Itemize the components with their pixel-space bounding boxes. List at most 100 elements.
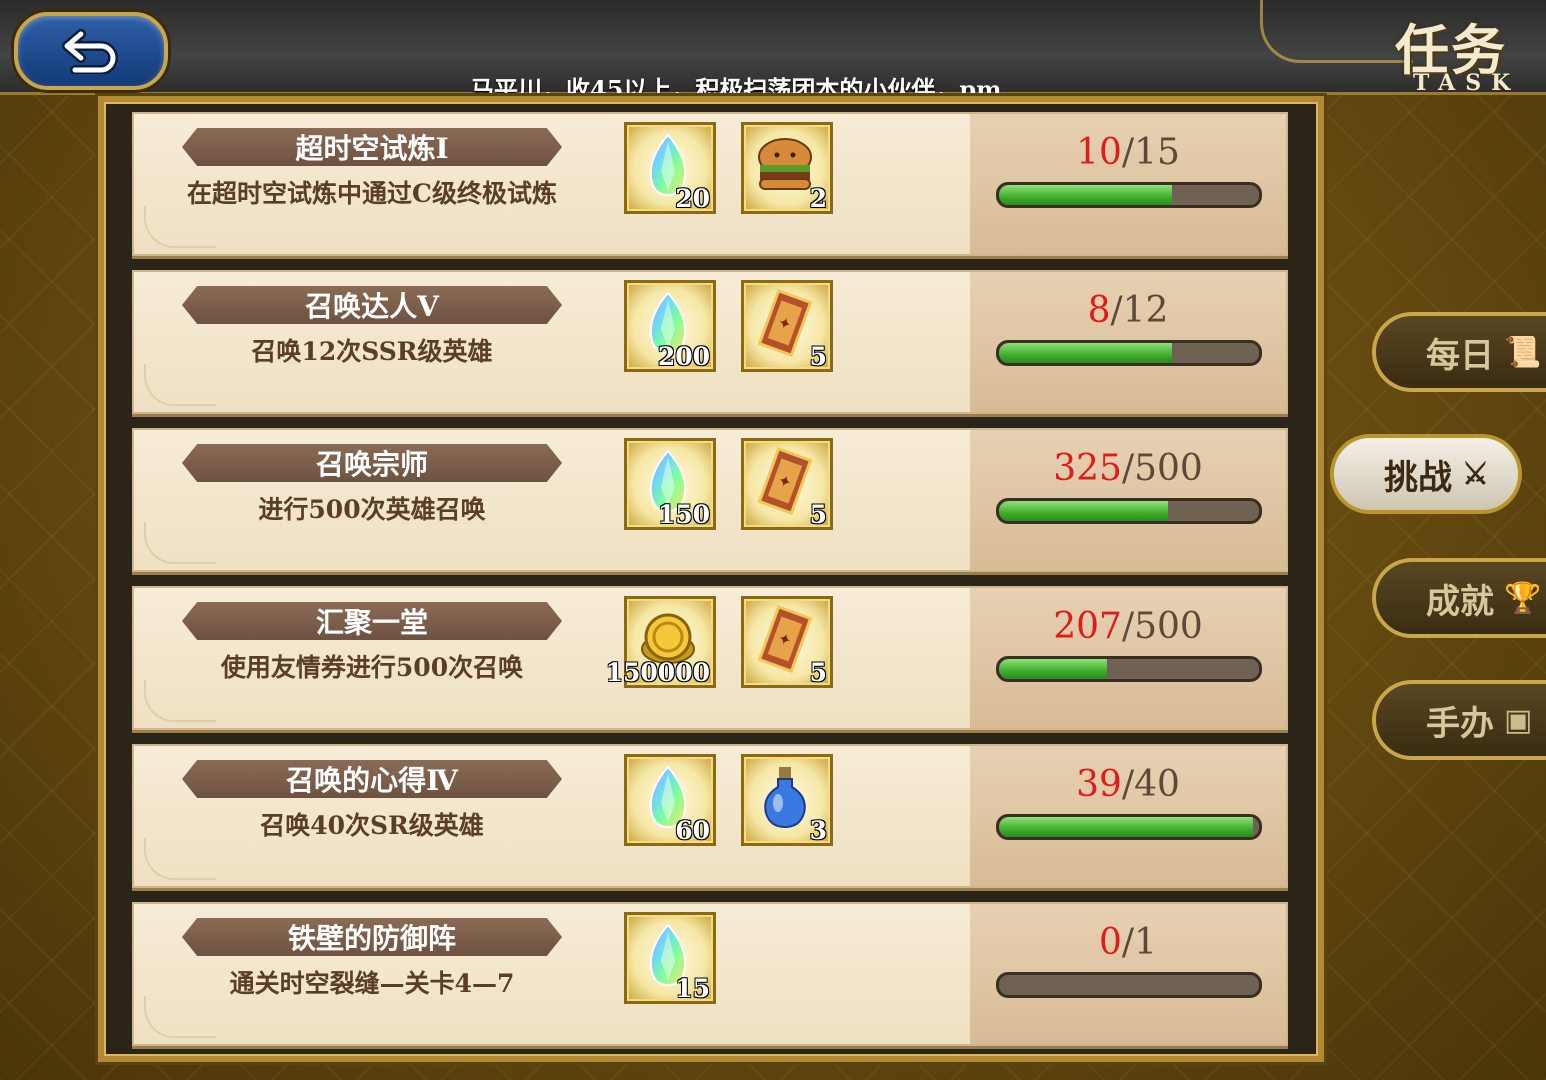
progress-total: /500: [1121, 606, 1203, 647]
task-description: 召唤12次SSR级英雄: [251, 337, 493, 366]
task-row[interactable]: 召唤宗师进行500次英雄召唤 150 ✦ 5 325/500: [132, 428, 1288, 572]
progress-count: 10/15: [970, 132, 1286, 173]
corner-flourish: [144, 996, 216, 1038]
back-button[interactable]: [14, 12, 168, 90]
task-title-ribbon: 召唤达人Ⅴ: [182, 286, 562, 324]
reward-quantity: 15: [675, 974, 710, 1003]
progress-count: 325/500: [970, 448, 1286, 489]
progress-bar: [996, 656, 1262, 682]
corner-flourish: [144, 364, 216, 406]
progress-panel: 207/500: [970, 588, 1286, 728]
page-title-en: TASK: [1413, 70, 1521, 96]
task-row[interactable]: 召唤的心得Ⅳ 召唤40次SR级英雄 60 3 39/40: [132, 744, 1288, 888]
tab-label: 每日: [1426, 335, 1494, 376]
task-title-ribbon: 超时空试炼Ⅰ: [182, 128, 562, 166]
reward-rainbow-crystal[interactable]: 200: [624, 280, 716, 372]
figure-box-icon: ▣: [1504, 702, 1533, 738]
task-title-ribbon: 召唤的心得Ⅳ: [182, 760, 562, 798]
task-title-ribbon: 召唤宗师: [182, 444, 562, 482]
task-title: 召唤的心得Ⅳ: [286, 764, 458, 797]
progress-panel: 39/40: [970, 746, 1286, 886]
reward-gold-coins[interactable]: 150000: [606, 596, 716, 688]
reward-rainbow-crystal[interactable]: 20: [624, 122, 716, 214]
task-description: 通关时空裂缝—关卡4—7: [229, 969, 515, 998]
task-title: 铁壁的防御阵: [287, 922, 456, 955]
progress-bar: [996, 182, 1262, 208]
tab-label: 成就: [1426, 581, 1494, 622]
reward-quantity: 5: [809, 658, 827, 687]
reward-rainbow-crystal[interactable]: 60: [624, 754, 716, 846]
progress-count: 8/12: [970, 290, 1286, 331]
reward-quantity: 20: [675, 184, 710, 213]
reward-rainbow-crystal[interactable]: 150: [624, 438, 716, 530]
progress-current: 207: [1053, 606, 1122, 647]
progress-panel: 0/1: [970, 904, 1286, 1044]
reward-summon-ticket[interactable]: ✦ 5: [741, 596, 833, 688]
task-title-ribbon: 铁壁的防御阵: [182, 918, 562, 956]
task-row[interactable]: 汇聚一堂使用友情券进行500次召唤 150000 ✦ 5 207/500: [132, 586, 1288, 730]
task-title: 召唤达人Ⅴ: [305, 290, 439, 323]
task-description: 使用友情券进行500次召唤: [220, 653, 524, 682]
task-description: 召唤40次SR级英雄: [260, 811, 484, 840]
progress-fill: [999, 817, 1253, 837]
reward-quantity: 150000: [605, 658, 710, 687]
reward-quantity: 60: [675, 816, 710, 845]
reward-quantity: 5: [809, 342, 827, 371]
progress-panel: 8/12: [970, 272, 1286, 412]
task-row[interactable]: 超时空试炼Ⅰ 在超时空试炼中通过C级终极试炼 20 2 10/15: [132, 112, 1288, 256]
progress-total: /15: [1121, 132, 1180, 173]
task-row[interactable]: 召唤达人Ⅴ 召唤12次SSR级英雄 200 ✦ 5 8/12: [132, 270, 1288, 414]
progress-bar: [996, 814, 1262, 840]
progress-total: /12: [1110, 290, 1169, 331]
tab-crossed-swords[interactable]: 挑战 ⚔: [1330, 434, 1522, 514]
corner-ornament: [1260, 0, 1413, 63]
tab-trophy[interactable]: 成就 🏆: [1372, 558, 1546, 638]
reward-summon-ticket[interactable]: ✦ 5: [741, 280, 833, 372]
back-arrow-icon: [62, 29, 118, 74]
trophy-icon: 🏆: [1504, 580, 1542, 616]
progress-count: 39/40: [970, 764, 1286, 805]
progress-current: 10: [1076, 132, 1122, 173]
reward-quantity: 3: [809, 816, 827, 845]
corner-flourish: [144, 838, 216, 880]
corner-flourish: [144, 522, 216, 564]
reward-burger[interactable]: 2: [741, 122, 833, 214]
reward-quantity: 2: [809, 184, 827, 213]
corner-flourish: [144, 206, 216, 248]
progress-fill: [999, 659, 1107, 679]
task-row[interactable]: 铁壁的防御阵通关时空裂缝—关卡4—7 15 0/1: [132, 902, 1288, 1046]
progress-bar: [996, 972, 1262, 998]
tab-label: 手办: [1426, 703, 1494, 744]
progress-panel: 10/15: [970, 114, 1286, 254]
progress-panel: 325/500: [970, 430, 1286, 570]
tab-figure-box[interactable]: 手办 ▣: [1372, 680, 1546, 760]
task-description: 在超时空试炼中通过C级终极试炼: [187, 179, 557, 208]
reward-blue-potion[interactable]: 3: [741, 754, 833, 846]
progress-current: 325: [1053, 448, 1122, 489]
reward-quantity: 200: [657, 342, 710, 371]
reward-rainbow-crystal[interactable]: 15: [624, 912, 716, 1004]
task-title: 召唤宗师: [315, 448, 428, 481]
tab-label: 挑战: [1384, 457, 1452, 498]
crossed-swords-icon: ⚔: [1462, 456, 1489, 492]
scroll-icon: 📜: [1504, 334, 1542, 370]
progress-current: 8: [1087, 290, 1111, 331]
progress-fill: [999, 343, 1173, 363]
progress-current: 0: [1099, 922, 1122, 963]
progress-bar: [996, 498, 1262, 524]
progress-count: 207/500: [970, 606, 1286, 647]
progress-fill: [999, 185, 1173, 205]
task-title-ribbon: 汇聚一堂: [182, 602, 562, 640]
task-title: 超时空试炼Ⅰ: [295, 132, 449, 165]
task-description: 进行500次英雄召唤: [258, 495, 486, 524]
progress-current: 39: [1076, 764, 1122, 805]
corner-flourish: [144, 680, 216, 722]
reward-summon-ticket[interactable]: ✦ 5: [741, 438, 833, 530]
tab-scroll[interactable]: 每日 📜: [1372, 312, 1546, 392]
progress-bar: [996, 340, 1262, 366]
progress-count: 0/1: [970, 922, 1286, 963]
progress-total: /1: [1121, 922, 1157, 963]
reward-quantity: 150: [657, 500, 710, 529]
task-frame: 超时空试炼Ⅰ 在超时空试炼中通过C级终极试炼 20 2 10/15 召唤达人Ⅴ 召唤12次S…: [98, 96, 1324, 1062]
progress-fill: [999, 501, 1168, 521]
